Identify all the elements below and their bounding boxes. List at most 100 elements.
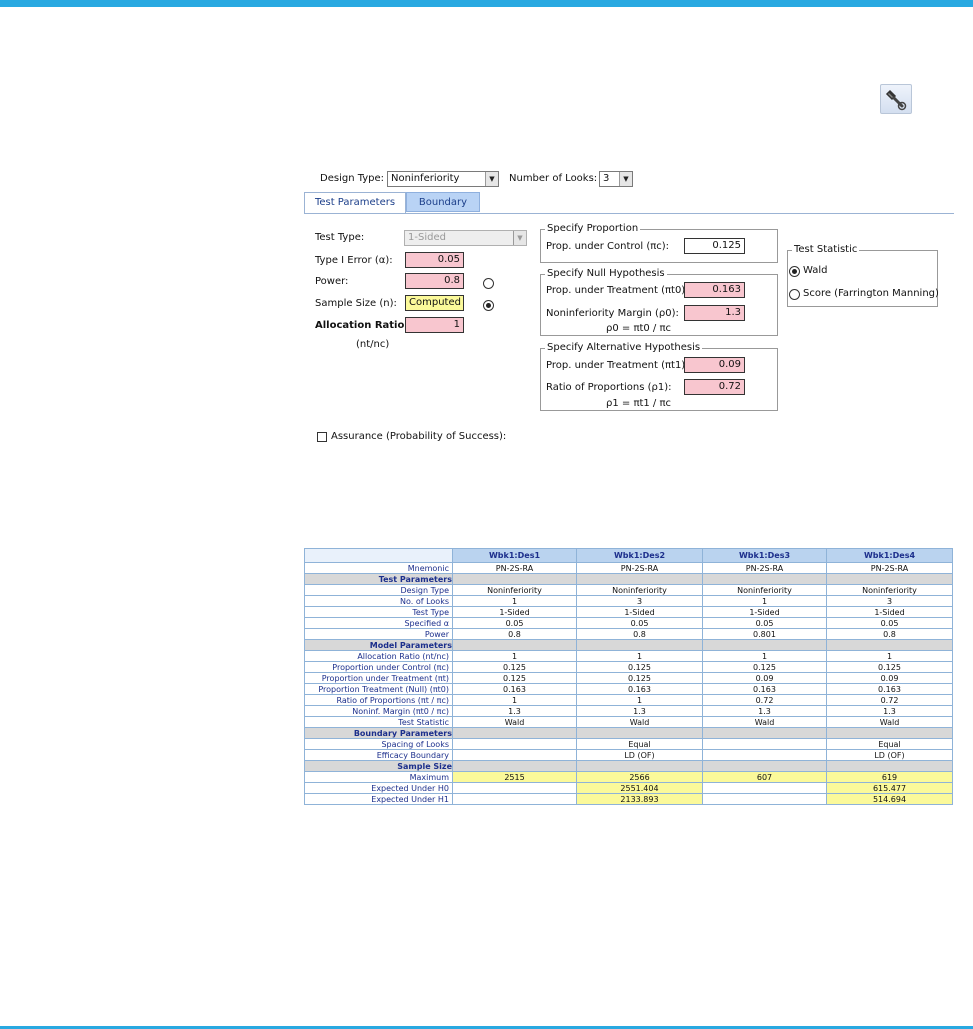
allocation-ratio-formula: (nt/nc) [356,339,390,350]
table-cell: 0.8 [576,628,703,640]
table-row: No. of Looks 1 3 1 3 [304,595,953,607]
table-cell: 1.3 [452,705,577,717]
table-row: Expected Under H0 2551.404 615.477 [304,782,953,794]
control-proportion-label: Prop. under Control (πc): [546,241,670,252]
row-label: Proportion under Control (πc) [304,661,453,673]
null-formula: ρ0 = πt0 / πc [606,323,671,334]
power-input[interactable]: 0.8 [405,273,464,289]
table-cell: 1 [576,694,703,706]
section-filler [826,727,953,739]
row-label: Specified α [304,617,453,629]
sample-size-input[interactable]: Computed [405,295,464,311]
row-label: Efficacy Boundary [304,749,453,761]
table-cell: 0.163 [702,683,827,695]
row-label: Test Statistic [304,716,453,728]
table-cell: Equal [576,738,703,750]
tab-boundary[interactable]: Boundary [406,192,480,212]
alt-hypothesis-legend: Specify Alternative Hypothesis [545,342,703,353]
table-cell: 1-Sided [576,606,703,618]
column-header[interactable]: Wbk1:Des3 [702,548,827,563]
table-row: Expected Under H1 2133.893 514.694 [304,793,953,805]
table-cell: 0.05 [576,617,703,629]
section-filler [452,727,577,739]
allocation-ratio-input[interactable]: 1 [405,317,464,333]
table-cell [702,782,827,794]
chevron-down-icon: ▼ [513,231,526,245]
assurance-label: Assurance (Probability of Success): [331,431,507,442]
table-corner [304,548,453,563]
table-section-row: Sample Size [304,760,953,772]
chevron-down-icon: ▼ [485,172,498,186]
wald-radio[interactable] [789,266,800,277]
row-label: Noninf. Margin (πt0 / πc) [304,705,453,717]
alt-formula: ρ1 = πt1 / πc [606,398,671,409]
compute-sample-size-radio[interactable] [483,300,494,311]
table-cell: Equal [826,738,953,750]
table-cell: 1 [702,650,827,662]
control-proportion-input[interactable]: 0.125 [684,238,745,254]
table-cell: 1 [826,650,953,662]
table-cell: 0.72 [826,694,953,706]
design-type-select[interactable]: Noninferiority ▼ [387,171,499,187]
table-cell [452,738,577,750]
table-section-row: Model Parameters [304,639,953,651]
table-section-row: Boundary Parameters [304,727,953,739]
power-label: Power: [315,276,349,287]
table-cell: 619 [826,771,953,783]
table-row: Design Type Noninferiority Noninferiority N… [304,584,953,596]
section-filler [576,760,703,772]
assurance-checkbox[interactable] [317,432,327,442]
table-cell: 1.3 [826,705,953,717]
table-row: Test Type 1-Sided 1-Sided 1-Sided 1-Sided [304,606,953,618]
table-row: Proportion Treatment (Null) (πt0) 0.163 0.… [304,683,953,695]
table-cell: PN-2S-RA [702,562,827,574]
table-cell: 0.801 [702,628,827,640]
table-cell: PN-2S-RA [452,562,577,574]
type1-error-input[interactable]: 0.05 [405,252,464,268]
null-treatment-label: Prop. under Treatment (πt0): [546,285,689,296]
noninferiority-margin-input[interactable]: 1.3 [684,305,745,321]
null-hypothesis-legend: Specify Null Hypothesis [545,268,667,279]
settings-wrench-button[interactable] [880,84,912,114]
row-label: Test Type [304,606,453,618]
section-filler [702,573,827,585]
column-header[interactable]: Wbk1:Des2 [576,548,703,563]
section-filler [826,760,953,772]
table-cell: 0.05 [702,617,827,629]
table-cell: 0.125 [452,672,577,684]
tab-strip: Test Parameters Boundary [304,192,954,214]
test-type-select[interactable]: 1-Sided ▼ [404,230,527,246]
table-header-row: Wbk1:Des1 Wbk1:Des2 Wbk1:Des3 Wbk1:Des4 [304,548,953,563]
table-row: Power 0.8 0.8 0.801 0.8 [304,628,953,640]
alt-treatment-input[interactable]: 0.09 [684,357,745,373]
section-filler [702,727,827,739]
table-row: Allocation Ratio (nt/nc) 1 1 1 1 [304,650,953,662]
section-filler [576,727,703,739]
table-cell: 1 [452,650,577,662]
table-cell: 2566 [576,771,703,783]
tab-test-parameters[interactable]: Test Parameters [304,192,406,213]
compute-power-radio[interactable] [483,278,494,289]
column-header[interactable]: Wbk1:Des1 [452,548,577,563]
number-of-looks-select[interactable]: 3 ▼ [599,171,633,187]
column-header[interactable]: Wbk1:Des4 [826,548,953,563]
table-row: Test Statistic Wald Wald Wald Wald [304,716,953,728]
row-label: Expected Under H1 [304,793,453,805]
table-cell: Wald [576,716,703,728]
row-label: Power [304,628,453,640]
design-comparison-table: Wbk1:Des1 Wbk1:Des2 Wbk1:Des3 Wbk1:Des4 … [304,548,953,805]
table-cell: Wald [826,716,953,728]
number-of-looks-value: 3 [603,173,610,184]
table-cell: 0.163 [576,683,703,695]
alt-treatment-label: Prop. under Treatment (πt1): [546,360,689,371]
null-treatment-input[interactable]: 0.163 [684,282,745,298]
section-filler [826,639,953,651]
table-cell: 0.125 [826,661,953,673]
table-cell: 0.09 [702,672,827,684]
table-cell: 1-Sided [702,606,827,618]
row-label: Design Type [304,584,453,596]
score-radio[interactable] [789,289,800,300]
table-cell: 3 [576,595,703,607]
section-title: Test Parameters [304,573,453,585]
ratio-of-proportions-input[interactable]: 0.72 [684,379,745,395]
